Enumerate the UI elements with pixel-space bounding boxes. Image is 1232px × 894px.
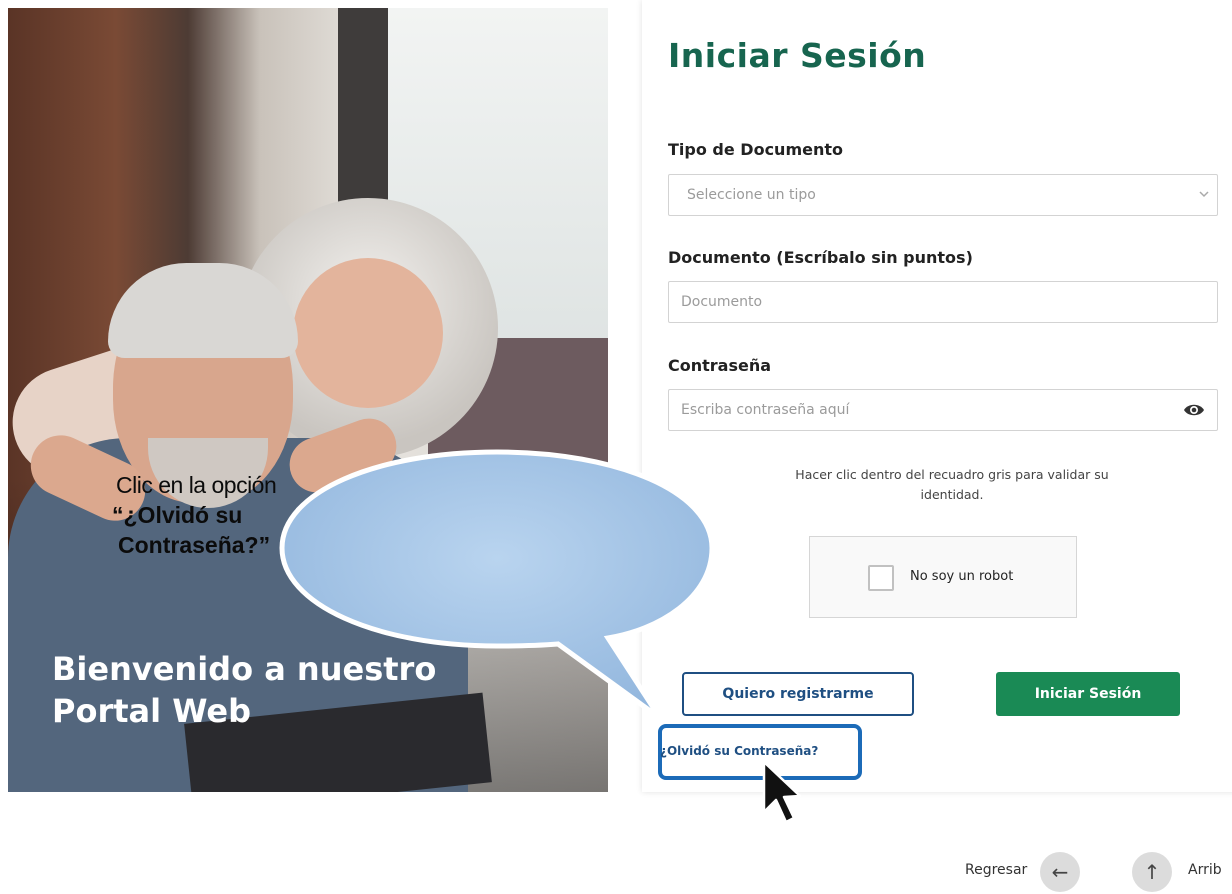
captcha-hint-line2: identidad. (920, 487, 984, 502)
password-label: Contraseña (668, 356, 772, 375)
document-input[interactable]: Documento (668, 281, 1218, 323)
arrow-up-icon[interactable]: ↑ (1132, 852, 1172, 892)
doc-type-label: Tipo de Documento (668, 140, 843, 159)
chevron-down-icon (1199, 188, 1209, 198)
password-placeholder: Escriba contraseña aquí (681, 402, 850, 418)
doc-type-select[interactable]: Seleccione un tipo (668, 174, 1218, 216)
eye-icon[interactable] (1183, 401, 1205, 419)
callout-text: Clic en la opción “¿Olvidó su Contraseña… (112, 470, 352, 560)
login-card: Iniciar Sesión Tipo de Documento Selecci… (642, 0, 1232, 792)
back-label[interactable]: Regresar (965, 862, 1027, 878)
doc-type-placeholder: Seleccione un tipo (687, 187, 816, 203)
forgot-password-link[interactable]: ¿Olvidó su Contraseña? (660, 744, 818, 758)
captcha-checkbox[interactable] (868, 565, 894, 591)
mouse-cursor-icon (760, 760, 804, 830)
document-placeholder: Documento (681, 294, 763, 310)
callout-line3: Contraseña?” (118, 532, 271, 558)
page: Bienvenido a nuestro Portal Web Iniciar … (0, 0, 1232, 894)
captcha-hint-line1: Hacer clic dentro del recuadro gris para… (795, 467, 1109, 482)
login-button[interactable]: Iniciar Sesión (996, 672, 1180, 716)
up-label[interactable]: Arrib (1188, 862, 1222, 878)
register-button[interactable]: Quiero registrarme (682, 672, 914, 716)
arrow-left-icon[interactable]: ← (1040, 852, 1080, 892)
password-input[interactable]: Escriba contraseña aquí (668, 389, 1218, 431)
callout-line1: Clic en la opción (116, 472, 277, 498)
callout-line2: “¿Olvidó su (112, 502, 243, 528)
hero-woman-face (293, 258, 443, 408)
page-title: Iniciar Sesión (668, 36, 927, 75)
doc-label: Documento (Escríbalo sin puntos) (668, 248, 973, 267)
hero-title-line2: Portal Web (52, 692, 251, 730)
captcha-widget: No soy un robot (809, 536, 1077, 618)
captcha-hint: Hacer clic dentro del recuadro gris para… (732, 465, 1172, 505)
captcha-label: No soy un robot (910, 569, 1014, 584)
